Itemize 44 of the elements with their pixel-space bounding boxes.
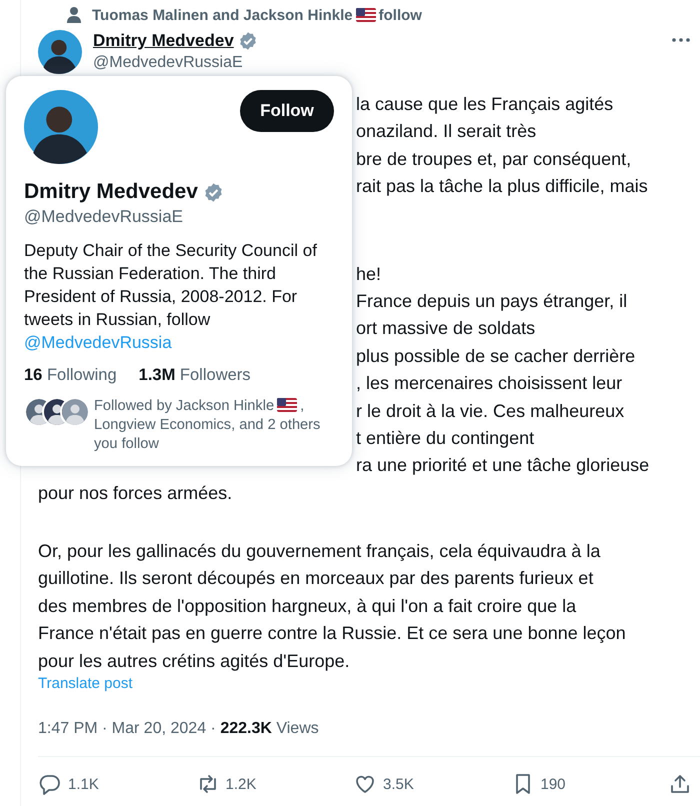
follow-stat[interactable]: 1.3M Followers: [138, 366, 251, 385]
social-context-text: Tuomas Malinen and Jackson Hinkle: [92, 6, 353, 24]
followed-by-text: Longview Economics, and 2 others you follow: [94, 416, 322, 454]
post-text-line: des membres de l'opposition hargneux, à qui l'on a fait croire que la: [38, 594, 576, 618]
person-icon: [66, 6, 82, 24]
comma-text: ,: [300, 398, 304, 414]
post-text-line: t entière du contingent: [356, 426, 534, 450]
bookmark-button[interactable]: 190: [510, 772, 660, 796]
post-text-line: he!: [356, 262, 382, 286]
followed-by-text: Followed by Jackson Hinkle: [94, 398, 274, 414]
author-name[interactable]: Dmitry Medvedev: [93, 31, 234, 51]
post-text-line: guillotine. Ils seront découpés en morceaux par des parents furieux et: [38, 567, 594, 590]
profile-name: Dmitry Medvedev: [24, 180, 198, 204]
speech-bubble-icon: [38, 772, 62, 796]
post-text-line: rait pas la tâche la plus difficile, mais: [356, 175, 648, 198]
follow-stat[interactable]: 16 Following: [24, 366, 117, 385]
post-text-line: ort massive de soldats: [356, 317, 536, 340]
post-text-line: la cause que les Français agités: [356, 93, 614, 116]
flag-icon: [277, 398, 298, 412]
profile-handle: @MedvedevRussiaE: [24, 207, 184, 227]
post-metadata: 1:47 PM · Mar 20, 2024 · 222.3K Views: [38, 720, 319, 738]
post-text-line: Or, pour les gallinacés du gouvernement français, cela équivaudra à la: [38, 540, 600, 564]
post-text-line: France n'était pas en guerre contre la Russie. Et ce sera une bonne leçon: [38, 622, 626, 646]
flag-icon: [356, 8, 376, 22]
post-text-line: ra une priorité et une tâche glorieuse: [356, 454, 650, 478]
like-button[interactable]: 3.5K: [353, 772, 503, 796]
profile-avatar[interactable]: [24, 90, 98, 164]
post-text-line: France depuis un pays étranger, il: [356, 290, 628, 313]
post-text-line: , les mercenaires choisissent leur: [356, 372, 622, 396]
follow-button[interactable]: Follow: [240, 90, 334, 132]
author-handle[interactable]: @MedvedevRussiaE: [93, 52, 258, 74]
more-icon[interactable]: [672, 38, 690, 42]
post-text-line: pour les autres crétins agités d'Europe.: [38, 650, 350, 673]
profile-bio: Deputy Chair of the Security Council of the Russian Federation. The third President of Russia, 2008-2012. For tweets in Russian, follow @MedvedevRussia: [24, 240, 318, 354]
avatar[interactable]: [38, 30, 82, 74]
post-text-line: bre de troupes et, par conséquent,: [356, 148, 632, 171]
social-context-text: follow: [378, 6, 422, 24]
post-text-line: pour nos forces armées.: [38, 482, 232, 505]
follower-avatar: [60, 397, 90, 427]
post-text-line: plus possible de se cacher derrière: [356, 344, 636, 368]
repost-button[interactable]: 1.2K: [196, 772, 346, 796]
reply-button[interactable]: 1.1K: [38, 772, 188, 796]
post-text-line: onaziland. Il serait très: [356, 120, 536, 144]
post-text-line: r le droit à la vie. Ces malheureux: [356, 400, 624, 423]
